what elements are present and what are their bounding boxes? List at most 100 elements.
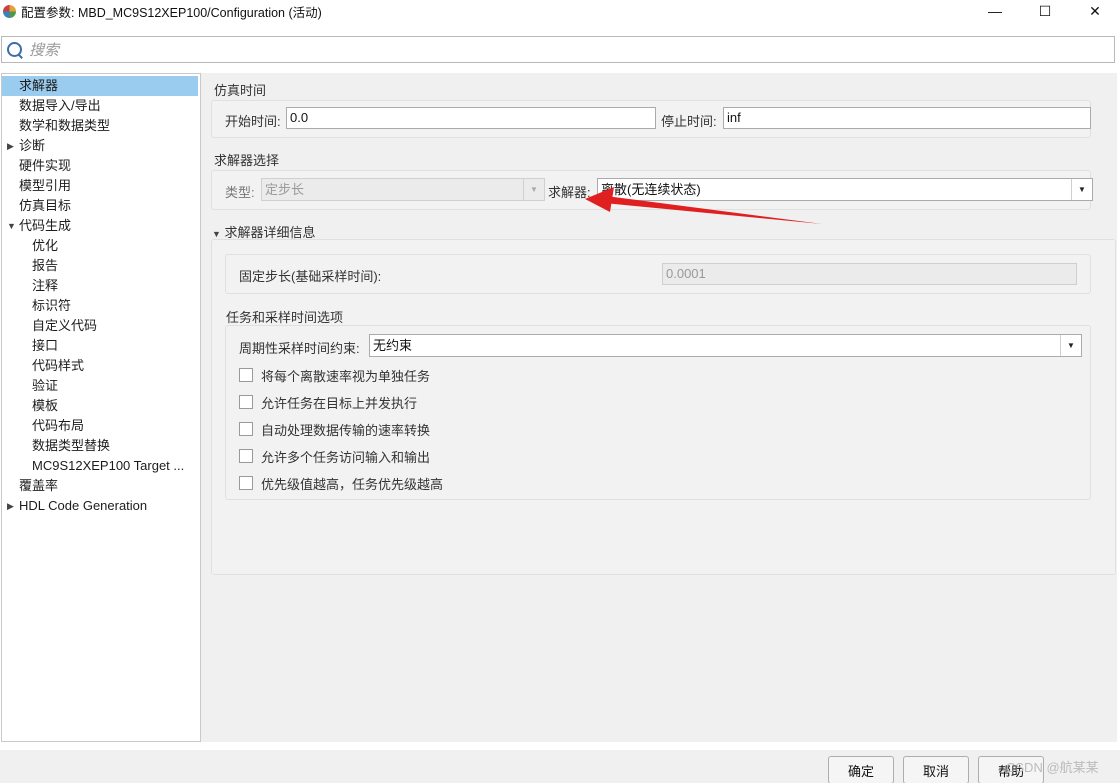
start-time-label: 开始时间: bbox=[225, 114, 281, 129]
tasking-title: 任务和采样时间选项 bbox=[226, 310, 344, 325]
solver-dropdown[interactable]: 离散(无连续状态) ▼ bbox=[597, 178, 1093, 201]
minimize-button[interactable]: — bbox=[970, 0, 1020, 22]
solver-type-value: 定步长 bbox=[265, 182, 305, 197]
search-input[interactable] bbox=[29, 40, 329, 59]
tree-item[interactable]: ▶ HDL Code Generation bbox=[2, 496, 200, 516]
checkbox-label: 自动处理数据传输的速率转换 bbox=[261, 422, 431, 438]
tree-item-label: 代码样式 bbox=[32, 358, 85, 373]
tree-item[interactable]: 报告 bbox=[2, 256, 200, 276]
dropdown-arrow-icon[interactable]: ▼ bbox=[1060, 335, 1081, 356]
search-bar bbox=[1, 36, 1115, 63]
tree-item-label: 数据类型替换 bbox=[32, 438, 111, 453]
tree-item-label: MC9S12XEP100 Target ... bbox=[32, 458, 185, 473]
tree-item[interactable]: 仿真目标 bbox=[2, 196, 200, 216]
tree-item-label: 注释 bbox=[32, 278, 59, 293]
app-icon bbox=[3, 4, 16, 18]
tree-item-label: 模型引用 bbox=[19, 178, 72, 193]
tree-item[interactable]: ▼ 代码生成 bbox=[2, 216, 200, 236]
tree-item[interactable]: MC9S12XEP100 Target ... bbox=[2, 456, 200, 476]
solver-value: 离散(无连续状态) bbox=[601, 182, 701, 197]
tree-item-label: 标识符 bbox=[32, 298, 72, 313]
solver-type-label: 类型: bbox=[225, 185, 255, 200]
tree-item[interactable]: 数据导入/导出 bbox=[2, 96, 200, 116]
stop-time-label: 停止时间: bbox=[661, 114, 717, 129]
checkbox-row[interactable]: 允许任务在目标上并发执行 bbox=[239, 392, 417, 412]
checkbox[interactable] bbox=[239, 422, 253, 436]
tree-item[interactable]: 代码样式 bbox=[2, 356, 200, 376]
sim-time-group: 开始时间: 0.0 停止时间: inf bbox=[211, 100, 1091, 138]
tree-item-label: 报告 bbox=[32, 258, 59, 273]
watermark: CSDN @航某某 bbox=[1006, 760, 1099, 775]
tree-item-label: 数学和数据类型 bbox=[19, 118, 111, 133]
checkbox-row[interactable]: 自动处理数据传输的速率转换 bbox=[239, 419, 430, 439]
checkbox-row[interactable]: 优先级值越高，任务优先级越高 bbox=[239, 473, 443, 493]
tree-item[interactable]: 验证 bbox=[2, 376, 200, 396]
tree-item[interactable]: 数据类型替换 bbox=[2, 436, 200, 456]
dropdown-arrow-icon[interactable]: ▼ bbox=[1071, 179, 1092, 200]
checkbox-row[interactable]: 允许多个任务访问输入和输出 bbox=[239, 446, 430, 466]
tree-item[interactable]: ▶ 诊断 bbox=[2, 136, 200, 156]
checkbox[interactable] bbox=[239, 476, 253, 490]
tree-item-label: 模板 bbox=[32, 398, 59, 413]
settings-panel: 仿真时间 开始时间: 0.0 停止时间: inf 求解器选择 类型: 定步长 ▼… bbox=[201, 73, 1117, 742]
title-bar: 配置参数: MBD_MC9S12XEP100/Configuration (活动… bbox=[0, 0, 1120, 22]
tree-expander-icon[interactable]: ▼ bbox=[7, 216, 16, 236]
stop-time-field[interactable]: inf bbox=[723, 107, 1091, 129]
maximize-button[interactable]: ☐ bbox=[1020, 0, 1070, 22]
sample-time-constraint-value: 无约束 bbox=[373, 338, 413, 353]
tree-item-label: 求解器 bbox=[19, 78, 59, 93]
tree-item[interactable]: 优化 bbox=[2, 236, 200, 256]
tree-item[interactable]: 自定义代码 bbox=[2, 316, 200, 336]
solver-select-title: 求解器选择 bbox=[214, 153, 280, 168]
collapse-arrow-icon[interactable]: ▼ bbox=[212, 229, 221, 239]
tree-expander-icon[interactable]: ▶ bbox=[7, 496, 14, 516]
tree-item[interactable]: 标识符 bbox=[2, 296, 200, 316]
sample-time-constraint-label: 周期性采样时间约束: bbox=[239, 341, 360, 356]
tree-expander-icon[interactable]: ▶ bbox=[7, 136, 14, 156]
tree-item[interactable]: 求解器 bbox=[2, 76, 198, 96]
start-time-field[interactable]: 0.0 bbox=[286, 107, 656, 129]
fixed-step-label: 固定步长(基础采样时间): bbox=[239, 269, 382, 284]
tree-item-label: 优化 bbox=[32, 238, 59, 253]
tree-item[interactable]: 数学和数据类型 bbox=[2, 116, 200, 136]
solver-details-title: 求解器详细信息 bbox=[224, 225, 316, 240]
tree-item-label: 验证 bbox=[32, 378, 59, 393]
tree-item[interactable]: 模板 bbox=[2, 396, 200, 416]
tree-item[interactable]: 代码布局 bbox=[2, 416, 200, 436]
window-controls: — ☐ ✕ bbox=[970, 0, 1120, 22]
close-button[interactable]: ✕ bbox=[1070, 0, 1120, 22]
dropdown-arrow-icon: ▼ bbox=[523, 179, 544, 200]
category-tree: 求解器 数据导入/导出 数学和数据类型 ▶ 诊断 硬件实现 模型引用 仿真目标 ▼ 代码生成 优化报… bbox=[1, 73, 201, 742]
tree-item[interactable]: 模型引用 bbox=[2, 176, 200, 196]
tree-item-label: 覆盖率 bbox=[19, 478, 59, 493]
tree-item[interactable]: 硬件实现 bbox=[2, 156, 200, 176]
window-title: 配置参数: MBD_MC9S12XEP100/Configuration (活动… bbox=[21, 5, 322, 20]
tree-item[interactable]: 接口 bbox=[2, 336, 200, 356]
checkbox[interactable] bbox=[239, 449, 253, 463]
tree-item-label: 自定义代码 bbox=[32, 318, 98, 333]
tree-item-label: 数据导入/导出 bbox=[19, 98, 101, 113]
cancel-button[interactable]: 取消 bbox=[903, 756, 969, 783]
checkbox-label: 优先级值越高，任务优先级越高 bbox=[261, 476, 444, 492]
fixed-step-group: 固定步长(基础采样时间): 0.0001 bbox=[225, 254, 1091, 294]
checkbox-label: 允许任务在目标上并发执行 bbox=[261, 395, 418, 411]
checkbox[interactable] bbox=[239, 368, 253, 382]
ok-button[interactable]: 确定 bbox=[828, 756, 894, 783]
checkbox-label: 允许多个任务访问输入和输出 bbox=[261, 449, 431, 465]
solver-select-group: 类型: 定步长 ▼ 求解器: 离散(无连续状态) ▼ bbox=[211, 170, 1093, 210]
tree-item-label: 诊断 bbox=[19, 138, 46, 153]
solver-type-dropdown: 定步长 ▼ bbox=[261, 178, 545, 201]
tree-item-label: 接口 bbox=[32, 338, 59, 353]
solver-details-group: 固定步长(基础采样时间): 0.0001 任务和采样时间选项 周期性采样时间约束… bbox=[211, 239, 1116, 575]
tree-item[interactable]: 注释 bbox=[2, 276, 200, 296]
checkbox-row[interactable]: 将每个离散速率视为单独任务 bbox=[239, 365, 430, 385]
tree-item-label: 代码生成 bbox=[19, 218, 72, 233]
checkbox-label: 将每个离散速率视为单独任务 bbox=[261, 368, 431, 384]
sample-time-constraint-dropdown[interactable]: 无约束 ▼ bbox=[369, 334, 1082, 357]
tree-item-label: 仿真目标 bbox=[19, 198, 72, 213]
checkbox[interactable] bbox=[239, 395, 253, 409]
tasking-group: 周期性采样时间约束: 无约束 ▼ 将每个离散速率视为单独任务 允许任务在目标上并… bbox=[225, 325, 1091, 500]
fixed-step-field: 0.0001 bbox=[662, 263, 1077, 285]
tree-item[interactable]: 覆盖率 bbox=[2, 476, 200, 496]
tree-item-label: HDL Code Generation bbox=[19, 498, 148, 513]
